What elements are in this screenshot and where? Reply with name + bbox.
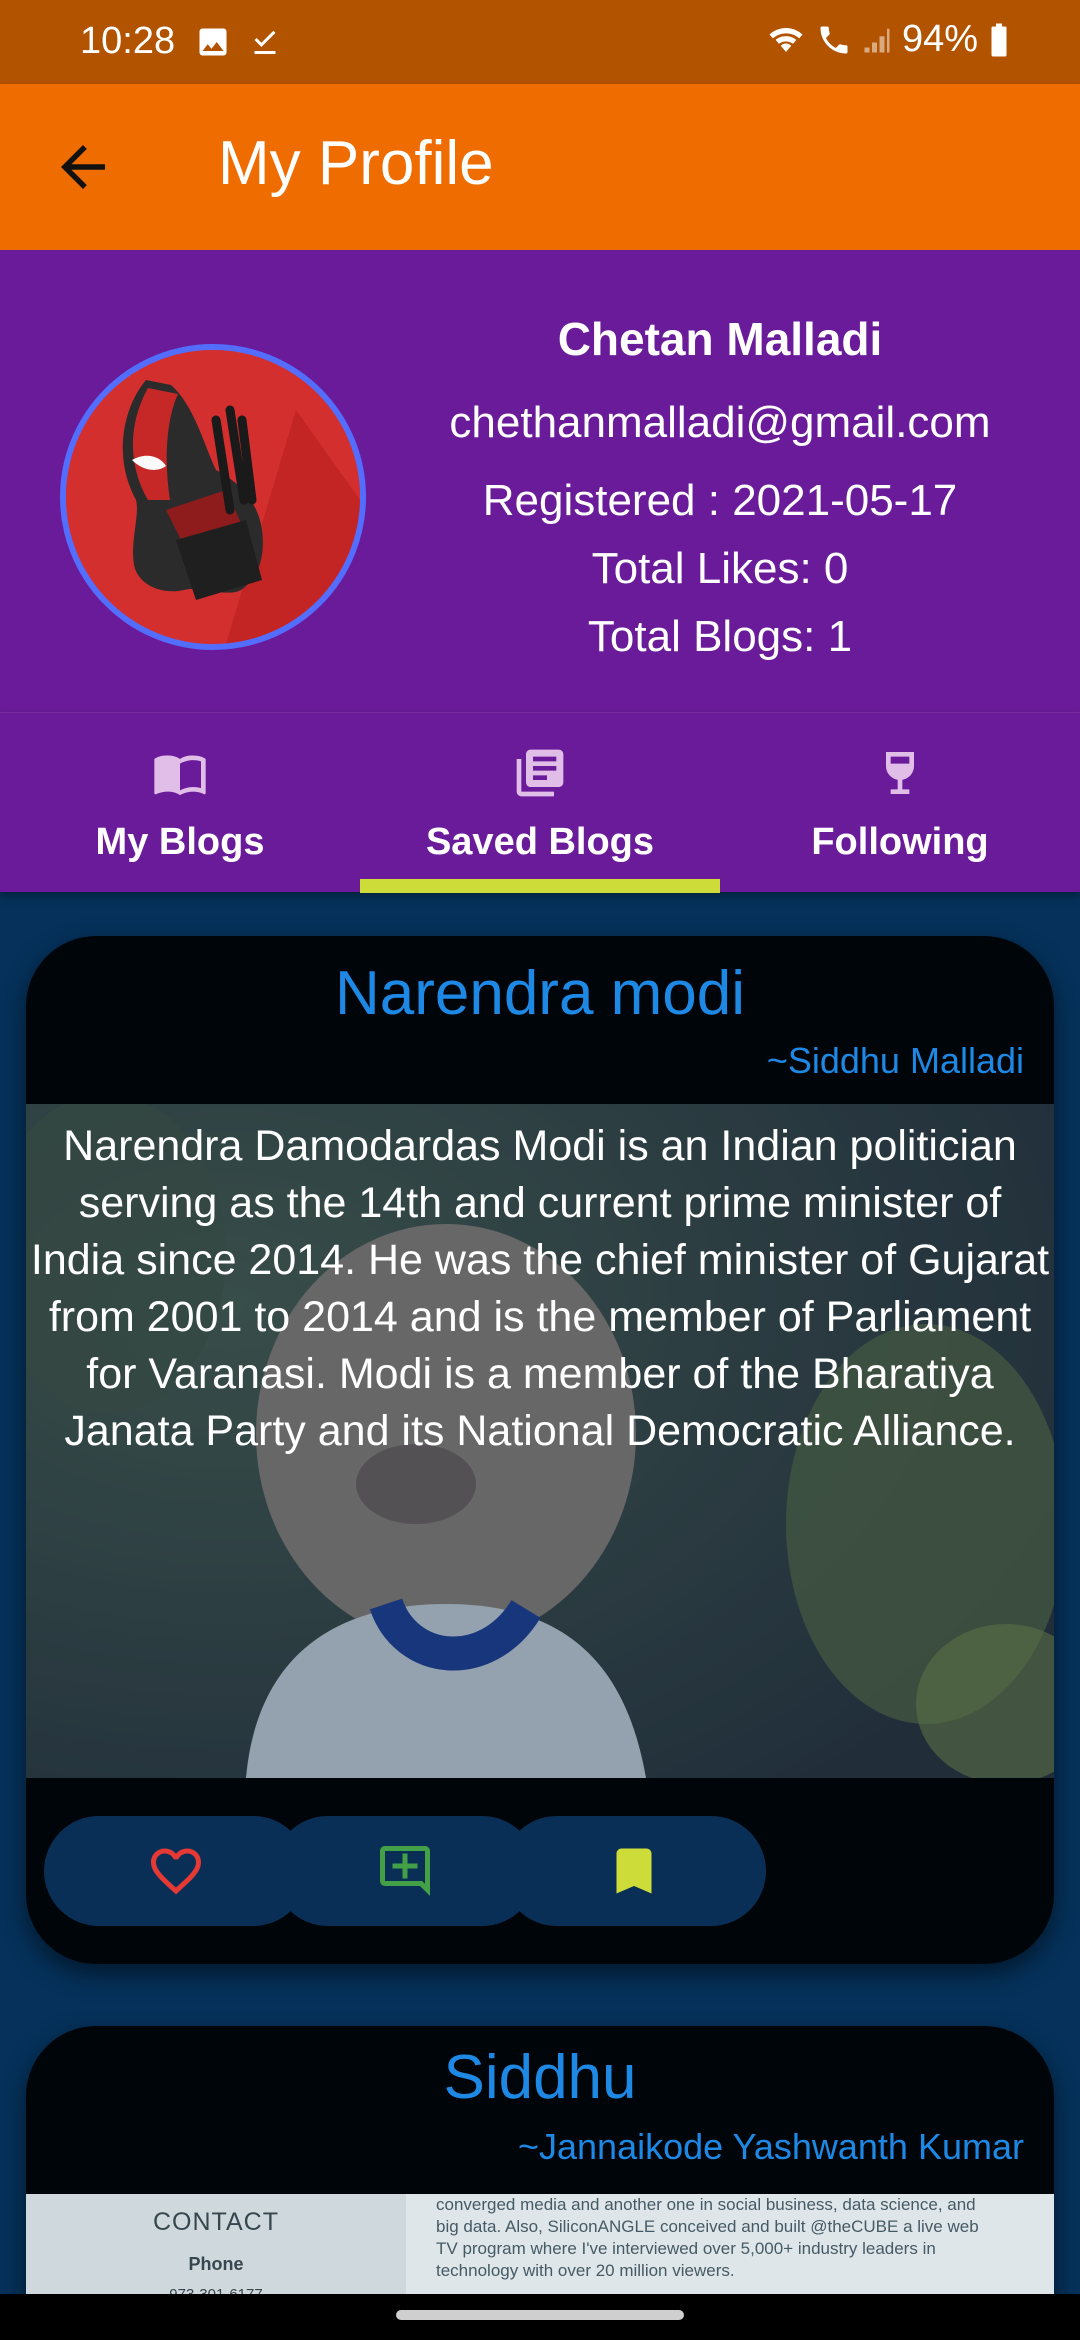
blog-author[interactable]: ~Jannaikode Yashwanth Kumar bbox=[518, 2126, 1024, 2168]
image-icon bbox=[199, 28, 227, 56]
profile-total-likes: Total Likes: 0 bbox=[591, 544, 849, 593]
download-done-icon bbox=[254, 30, 276, 54]
avatar-image bbox=[66, 350, 360, 644]
tab-selected-indicator bbox=[360, 879, 720, 893]
status-right: 94% bbox=[766, 18, 1010, 61]
blog-actions bbox=[26, 1816, 1054, 1926]
blog-card[interactable]: Siddhu ~Jannaikode Yashwanth Kumar CONTA… bbox=[26, 2026, 1054, 2340]
tab-bar: My Blogs Saved Blogs Following bbox=[0, 712, 1080, 893]
page-title: My Profile bbox=[218, 129, 494, 198]
blog-body: Narendra Damodardas Modi is an Indian po… bbox=[30, 1122, 1050, 1455]
wifi-icon bbox=[769, 27, 803, 52]
tab-label: My Blogs bbox=[95, 821, 265, 863]
wifi-call-icon bbox=[820, 26, 848, 53]
tab-following[interactable]: Following bbox=[720, 713, 1080, 893]
status-bar: 10:28 94% bbox=[0, 0, 1080, 84]
blog-title: Siddhu bbox=[443, 2043, 637, 2112]
resume-phone-label: Phone bbox=[188, 2254, 244, 2274]
gesture-nav-bar bbox=[0, 2294, 1080, 2340]
tab-label: Saved Blogs bbox=[425, 821, 655, 863]
blog-card[interactable]: Narendra modi ~Siddhu Malladi Narendra D… bbox=[26, 936, 1054, 1964]
status-time: 10:28 bbox=[80, 20, 176, 62]
profile-email: chethanmalladi@gmail.com bbox=[449, 398, 991, 447]
heart-icon bbox=[151, 1848, 201, 1895]
signal-icon bbox=[864, 28, 890, 52]
home-gesture-handle[interactable] bbox=[396, 2310, 684, 2320]
add-comment-icon bbox=[380, 1846, 430, 1896]
profile-header: Chetan Malladi chethanmalladi@gmail.com … bbox=[0, 250, 1080, 712]
battery-icon bbox=[991, 23, 1007, 56]
like-button[interactable] bbox=[44, 1816, 308, 1926]
bookmark-icon bbox=[616, 1848, 652, 1894]
avatar[interactable] bbox=[60, 344, 366, 650]
book-icon bbox=[154, 755, 206, 796]
tab-label: Following bbox=[811, 821, 989, 863]
status-notification-icons bbox=[195, 24, 283, 60]
tab-saved-blogs[interactable]: Saved Blogs bbox=[360, 713, 720, 893]
blog-title: Narendra modi bbox=[334, 959, 746, 1028]
resume-text: converged media and another one in socia… bbox=[436, 2195, 979, 2280]
library-icon bbox=[516, 749, 564, 797]
blog-author[interactable]: ~Siddhu Malladi bbox=[767, 1040, 1024, 1082]
profile-total-blogs: Total Blogs: 1 bbox=[587, 612, 853, 661]
comment-button[interactable] bbox=[273, 1816, 537, 1926]
back-arrow-icon[interactable] bbox=[50, 134, 116, 200]
profile-registered: Registered : 2021-05-17 bbox=[482, 476, 958, 525]
wine-glass-icon bbox=[886, 752, 914, 794]
app-bar: My Profile bbox=[0, 84, 1080, 250]
tab-my-blogs[interactable]: My Blogs bbox=[0, 713, 360, 893]
bookmark-button[interactable] bbox=[502, 1816, 766, 1926]
profile-name: Chetan Malladi bbox=[557, 313, 883, 365]
resume-contact-heading: CONTACT bbox=[153, 2208, 279, 2236]
battery-percent: 94% bbox=[901, 18, 978, 60]
